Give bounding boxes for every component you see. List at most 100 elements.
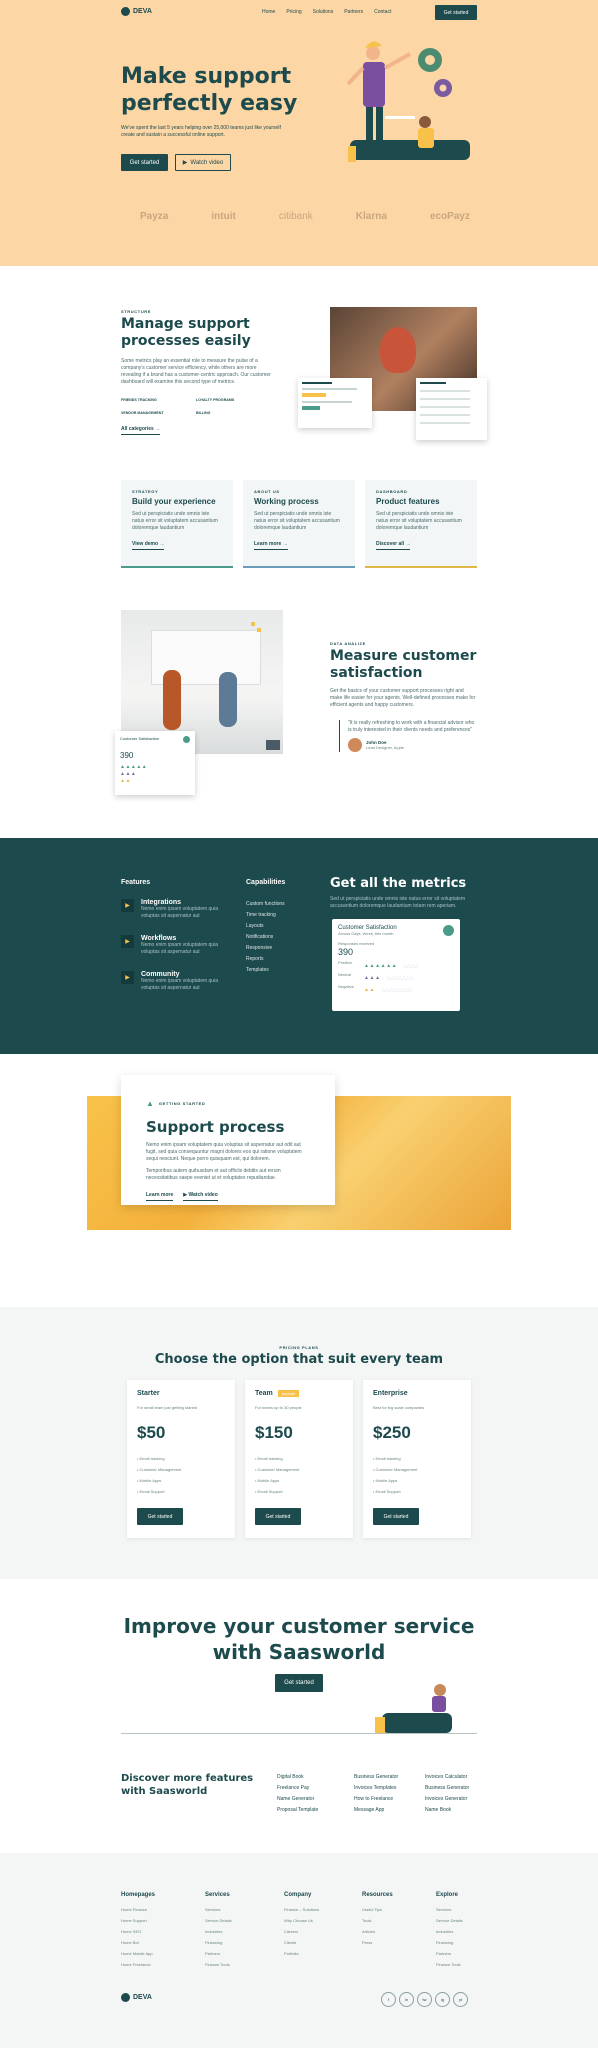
footer-link[interactable]: Service Details — [205, 1915, 232, 1926]
cta-get-started-button[interactable]: Get started — [275, 1674, 323, 1692]
discover-link[interactable]: Invoices Calculator — [425, 1772, 469, 1783]
plan-enterprise: Enterprise Best for big scale companies … — [363, 1380, 471, 1538]
footer-link[interactable]: Finance – Solutions — [284, 1904, 319, 1915]
discover-link[interactable]: Proposal Template — [277, 1805, 318, 1816]
nav-partners[interactable]: Partners — [344, 9, 363, 15]
structure-eyebrow: STRUCTURE — [121, 309, 152, 314]
footer-link[interactable]: Tools — [362, 1915, 393, 1926]
facebook-icon[interactable]: f — [381, 1992, 396, 2007]
structure-title-line1: Manage support — [121, 316, 250, 332]
nav-home[interactable]: Home — [262, 9, 275, 15]
capability-item[interactable]: Time tracking — [246, 910, 285, 921]
footer-link[interactable]: Partners — [205, 1948, 232, 1959]
footer-link[interactable]: Services — [205, 1904, 232, 1915]
learn-more-link[interactable]: Learn more → — [254, 541, 288, 550]
discover-link[interactable]: Message App — [354, 1805, 398, 1816]
youtube-icon[interactable]: yt — [453, 1992, 468, 2007]
cta-title-line2: with Saasworld — [212, 1640, 386, 1664]
process-watch-video-link[interactable]: ▶ Watch video — [183, 1192, 218, 1201]
discover-link[interactable]: Invoices Templates — [354, 1783, 398, 1794]
footer-link[interactable]: Financing — [436, 1937, 463, 1948]
footer-link[interactable]: Press — [362, 1937, 393, 1948]
social-links: f in tw ig yt — [381, 1992, 468, 2007]
capability-item[interactable]: Templates — [246, 965, 285, 976]
discover-link[interactable]: Invoices Generator — [425, 1794, 469, 1805]
plan-price: $250 — [373, 1423, 411, 1442]
plan-name: Team — [255, 1390, 273, 1397]
hero-watch-video-button[interactable]: ▶ Watch video — [175, 154, 231, 171]
card-strategy: STRATEGY Build your experience Sed ut pe… — [121, 480, 233, 568]
structure-tags: FRIENDS TRACKING LOYALTY PROGRAMS VENDOR… — [121, 398, 271, 415]
capability-item[interactable]: Notifications — [246, 932, 285, 943]
linkedin-icon[interactable]: in — [399, 1992, 414, 2007]
footer-link[interactable]: Home Freelance — [121, 1959, 155, 1970]
discover-link[interactable]: Name Generator — [277, 1794, 318, 1805]
logo-icon — [121, 1993, 130, 2002]
plan-get-started-button[interactable]: Get started — [373, 1508, 419, 1525]
discover-link[interactable]: Digital Book — [277, 1772, 318, 1783]
widget-subtitle: Across Days, Week, this month — [338, 931, 394, 936]
footer-link[interactable]: Industries — [205, 1926, 232, 1937]
logo[interactable]: DEVA — [121, 7, 152, 16]
footer-link[interactable]: Useful Tips — [362, 1904, 393, 1915]
footer-col-title: Company — [284, 1892, 312, 1898]
footer-link[interactable]: Services — [436, 1904, 463, 1915]
footer-link[interactable]: Service Details — [436, 1915, 463, 1926]
nav-pricing[interactable]: Pricing — [286, 9, 301, 15]
card-eyebrow: ABOUT US — [254, 489, 280, 494]
footer-logo[interactable]: DEVA — [121, 1993, 152, 2002]
capabilities-heading: Capabilities — [246, 879, 286, 886]
footer-link[interactable]: Industries — [436, 1926, 463, 1937]
footer-col-title: Resources — [362, 1892, 393, 1898]
footer-link[interactable]: Clients — [284, 1937, 319, 1948]
footer-link[interactable]: Home Support — [121, 1915, 155, 1926]
footer-link[interactable]: Partners — [436, 1948, 463, 1959]
feature-body: Nemo enim ipsam voluptatem quia voluptas… — [141, 978, 218, 991]
logo-intuit: intuit — [211, 211, 236, 222]
tag: LOYALTY PROGRAMS — [196, 398, 235, 402]
discover-link[interactable]: Business Generator — [354, 1772, 398, 1783]
nav-solutions[interactable]: Solutions — [313, 9, 334, 15]
hero-get-started-button[interactable]: Get started — [121, 154, 168, 171]
instagram-icon[interactable]: ig — [435, 1992, 450, 2007]
capability-item[interactable]: Custom functions — [246, 899, 285, 910]
card-body: Sed ut perspiciatis unde omnis iste natu… — [254, 511, 340, 531]
discover-all-link[interactable]: Discover all → — [376, 541, 411, 550]
nav-contact[interactable]: Contact — [374, 9, 391, 15]
footer-link[interactable]: Home Bot — [121, 1937, 155, 1948]
satisfaction-widget: Customer Satisfaction Across Days, Week,… — [332, 919, 460, 1011]
discover-link[interactable]: Business Generator — [425, 1783, 469, 1794]
footer-link[interactable]: Home Mobile App — [121, 1948, 155, 1959]
discover-link[interactable]: Name Book — [425, 1805, 469, 1816]
capability-item[interactable]: Responsive — [246, 943, 285, 954]
footer-link[interactable]: Careers — [284, 1926, 319, 1937]
footer-link[interactable]: Home SEO — [121, 1926, 155, 1937]
process-learn-more-link[interactable]: Learn more — [146, 1192, 174, 1201]
twitter-icon[interactable]: tw — [417, 1992, 432, 2007]
nav-cta-button[interactable]: Get started — [435, 5, 477, 20]
plan-feature: • Email tracking — [255, 1456, 283, 1461]
all-categories-link[interactable]: All categories → — [121, 426, 161, 435]
footer-link[interactable]: Why Choose Us — [284, 1915, 319, 1926]
footer-link[interactable]: Finance Tools — [205, 1959, 232, 1970]
discover-link[interactable]: How to Freelance — [354, 1794, 398, 1805]
features-heading: Features — [121, 879, 151, 886]
discover-link[interactable]: Freelance Pay — [277, 1783, 318, 1794]
footer-link[interactable]: Portfolio — [284, 1948, 319, 1959]
feature-cards: STRATEGY Build your experience Sed ut pe… — [0, 456, 598, 576]
capability-item[interactable]: Layouts — [246, 921, 285, 932]
client-logos: Payza intuit citibank Klarna ecoPayz — [140, 211, 470, 222]
plan-get-started-button[interactable]: Get started — [137, 1508, 183, 1525]
plan-get-started-button[interactable]: Get started — [255, 1508, 301, 1525]
plan-feature: • Mobile Apps — [255, 1478, 280, 1483]
footer-link[interactable]: Financing — [205, 1937, 232, 1948]
author-avatar — [348, 738, 362, 752]
structure-body: Some metrics play an essential role to m… — [121, 358, 271, 385]
footer-link[interactable]: Home Finance — [121, 1904, 155, 1915]
footer-link[interactable]: Finance Tools — [436, 1959, 463, 1970]
footer-link[interactable]: Articles — [362, 1926, 393, 1937]
row-label: Positive — [338, 960, 353, 965]
capability-item[interactable]: Reports — [246, 954, 285, 965]
play-icon: ▶ — [121, 971, 134, 984]
view-demo-link[interactable]: View demo → — [132, 541, 165, 550]
